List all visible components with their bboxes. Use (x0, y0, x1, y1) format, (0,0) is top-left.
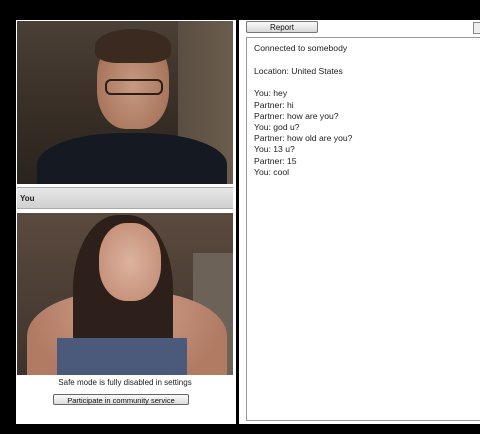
you-label-bar: You (17, 187, 233, 209)
partner-video-feed (17, 21, 233, 184)
chat-message: Partner: how are you? (254, 110, 339, 121)
chat-message: You: 13 u? (254, 144, 295, 155)
chat-log[interactable]: Connected to somebody Location: United S… (246, 37, 480, 421)
you-label: You (20, 194, 35, 203)
chat-panel: Report Connected to somebody Location: U… (239, 20, 480, 424)
self-video-feed (17, 213, 233, 375)
community-service-button[interactable]: Participate in community service (53, 394, 189, 405)
chat-message: You: cool (254, 166, 290, 177)
corner-control[interactable] (473, 22, 480, 34)
safe-mode-notice: Safe mode is fully disabled in settings (58, 378, 192, 387)
chat-message: Partner: 15 (254, 155, 297, 166)
chat-message: You: god u? (254, 122, 300, 133)
chat-message: You: hey (254, 88, 288, 99)
chat-message: Partner: hi (254, 99, 294, 110)
chat-message: Partner: how old are you? (254, 133, 353, 144)
video-panel: You Safe mode is fully disabled in setti… (16, 20, 236, 424)
partner-location: Location: United States (254, 66, 343, 77)
connection-status: Connected to somebody (254, 43, 348, 53)
report-button[interactable]: Report (246, 21, 318, 33)
